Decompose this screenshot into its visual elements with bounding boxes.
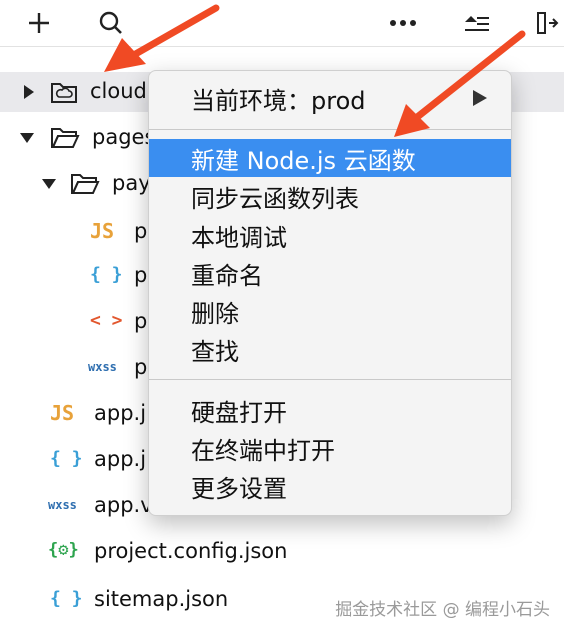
annotation-arrow-left (104, 4, 220, 72)
annotation-arrow-right (394, 30, 526, 137)
annotation-arrows (104, 4, 526, 137)
watermark: 掘金技术社区 @ 编程小石头 (335, 600, 550, 620)
